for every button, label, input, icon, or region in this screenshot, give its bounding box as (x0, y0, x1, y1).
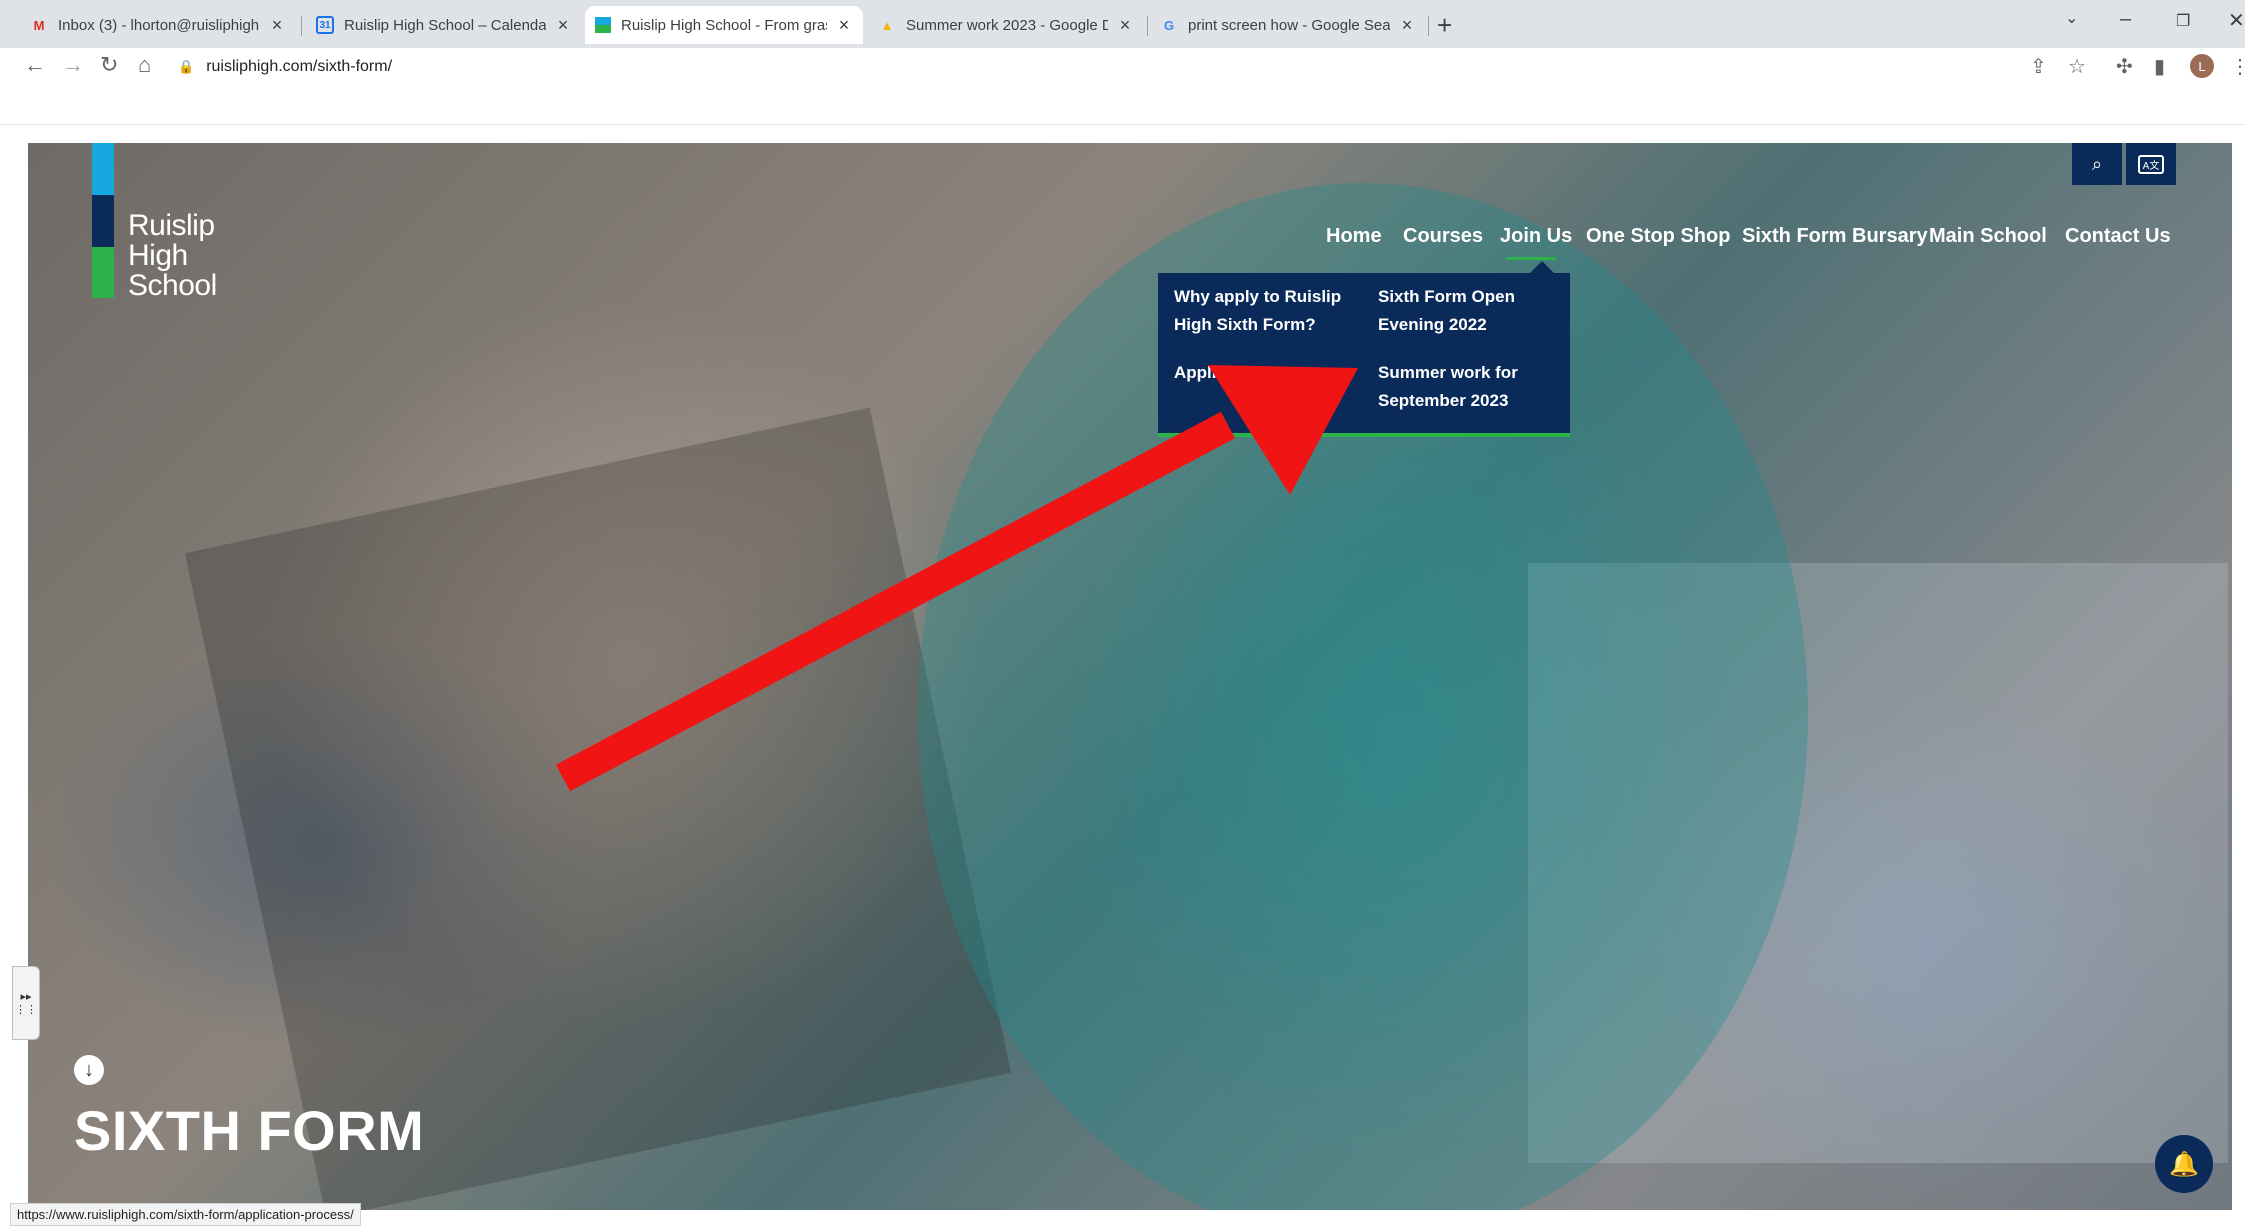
reload-icon[interactable]: ↻ (100, 52, 118, 78)
google-icon: G (1163, 17, 1175, 33)
status-bar-url: https://www.ruisliphigh.com/sixth-form/a… (10, 1203, 361, 1226)
share-icon[interactable]: ⇪ (2030, 54, 2047, 79)
menu-kebab-icon[interactable]: ⋮ (2230, 54, 2245, 79)
bell-icon: 🔔 (2169, 1150, 2199, 1178)
notification-bell-button[interactable]: 🔔 (2155, 1135, 2213, 1193)
tab-search-chevron-icon[interactable]: ⌄ (2065, 8, 2078, 28)
minimize-icon[interactable]: – (2120, 8, 2131, 31)
tab-title: Inbox (3) - lhorton@ruisliphigh.c (58, 16, 260, 34)
lock-icon: 🔒 (178, 59, 195, 74)
tab-drive[interactable]: ▲ Summer work 2023 - Google Dri × (868, 6, 1144, 44)
tab-title: print screen how - Google Searcl (1188, 16, 1390, 34)
close-icon[interactable]: × (835, 15, 853, 36)
tab-title: Ruislip High School – Calendar - (344, 16, 546, 34)
tab-ruislip-active[interactable]: Ruislip High School - From grass × (585, 6, 863, 44)
address-bar[interactable]: 🔒 ruisliphigh.com/sixth-form/ (178, 52, 2058, 82)
annotation-arrow-shaft (555, 411, 1236, 792)
browser-toolbar: ← → ↻ ⌂ 🔒 ruisliphigh.com/sixth-form/ ⇪ … (0, 48, 2245, 86)
tab-divider (301, 16, 302, 36)
close-icon[interactable]: × (1398, 15, 1416, 36)
annotation-arrow (555, 365, 1358, 792)
divider (0, 124, 2245, 125)
bookmark-star-icon[interactable]: ☆ (2068, 54, 2086, 79)
tab-calendar[interactable]: 31 Ruislip High School – Calendar - × (306, 6, 582, 44)
tab-divider (1147, 16, 1148, 36)
profile-avatar[interactable]: L (2190, 54, 2214, 78)
back-arrow-icon[interactable]: ← (24, 52, 46, 78)
close-icon[interactable]: × (554, 15, 572, 36)
calendar-icon: 31 (316, 16, 334, 34)
forward-arrow-icon[interactable]: → (62, 52, 84, 78)
extensions-puzzle-icon[interactable]: ✣ (2116, 54, 2133, 79)
restore-icon[interactable]: ❐ (2176, 11, 2190, 31)
close-icon[interactable]: × (268, 15, 286, 36)
drive-icon: ▲ (880, 17, 894, 33)
new-tab-plus-icon[interactable]: + (1437, 10, 1452, 41)
tab-title: Summer work 2023 - Google Dri (906, 16, 1108, 34)
home-icon[interactable]: ⌂ (138, 52, 151, 78)
expand-chevrons-icon: ▸▸ (20, 991, 32, 1003)
tab-google-search[interactable]: G print screen how - Google Searcl × (1150, 6, 1426, 44)
close-window-icon[interactable]: ✕ (2228, 8, 2245, 33)
scroll-down-icon[interactable]: ↓ (74, 1055, 104, 1085)
grip-icon: ⋮⋮ (15, 1004, 37, 1016)
gmail-icon: M (33, 17, 45, 33)
close-icon[interactable]: × (1116, 15, 1134, 36)
side-panel-icon[interactable]: ▮ (2154, 54, 2165, 79)
site-icon (595, 17, 611, 33)
hero-banner: Ruislip High School ⌕ A文 Home Courses Jo… (28, 143, 2232, 1210)
tab-title: Ruislip High School - From grass (621, 16, 827, 34)
page-title: SIXTH FORM (74, 1099, 425, 1162)
tab-strip: M Inbox (3) - lhorton@ruisliphigh.c × 31… (0, 0, 2245, 48)
tab-divider (1428, 16, 1429, 36)
side-toolbar-handle[interactable]: ▸▸ ⋮⋮ (12, 966, 40, 1040)
tab-inbox[interactable]: M Inbox (3) - lhorton@ruisliphigh.c × (20, 6, 296, 44)
url-text: ruisliphigh.com/sixth-form/ (206, 58, 393, 75)
